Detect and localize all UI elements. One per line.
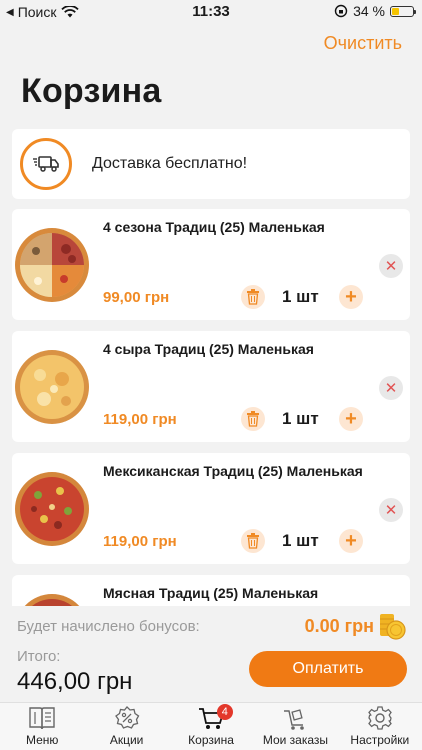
page-title: Корзина — [21, 72, 162, 110]
orders-cart-icon — [284, 709, 305, 730]
tab-label: Мои заказы — [262, 733, 329, 747]
item-price: 119,00 грн — [103, 533, 177, 550]
tab-label: Акции — [109, 733, 144, 747]
plus-icon: + — [345, 530, 357, 552]
clear-cart-button[interactable]: Очистить — [324, 33, 402, 54]
item-quantity: 1 шт — [282, 409, 319, 428]
pizza-four-cheese-image — [15, 350, 89, 424]
order-summary: Будет начислено бонусов: 0.00 грн Итого:… — [0, 606, 422, 702]
delivery-banner: Доставка бесплатно! — [12, 129, 410, 199]
battery-icon — [390, 5, 416, 17]
tab-label: Корзина — [188, 733, 234, 747]
delivery-truck-icon — [20, 138, 72, 190]
close-icon: ✕ — [384, 502, 398, 519]
item-name: Мексиканская Традиц (25) Маленькая — [103, 463, 363, 479]
tab-my-orders[interactable]: Мои заказы — [253, 703, 337, 750]
remove-item-button[interactable]: ✕ — [379, 254, 403, 278]
close-icon: ✕ — [384, 380, 398, 397]
tab-label: Меню — [25, 733, 59, 747]
trash-icon — [247, 289, 259, 305]
tab-promotions[interactable]: Акции — [84, 703, 168, 750]
remove-item-button[interactable]: ✕ — [379, 498, 403, 522]
cart-item: Мексиканская Традиц (25) Маленькая 119,0… — [12, 453, 410, 564]
item-quantity: 1 шт — [282, 531, 319, 550]
increase-quantity-button[interactable]: + — [339, 529, 363, 553]
pay-button[interactable]: Оплатить — [249, 651, 407, 687]
increase-quantity-button[interactable]: + — [339, 285, 363, 309]
remove-item-button[interactable]: ✕ — [379, 376, 403, 400]
total-value: 446,00 грн — [17, 668, 133, 695]
pizza-meat-image — [24, 594, 80, 606]
total-label: Итого: — [17, 648, 61, 665]
cart-count-badge: 4 — [216, 704, 233, 720]
cart-item: 4 сыра Традиц (25) Маленькая 119,00 грн … — [12, 331, 410, 442]
tab-bar: Меню Акции 4 Корзина Мои заказы Настройк… — [0, 702, 422, 750]
tab-settings[interactable]: Настройки — [338, 703, 422, 750]
status-right: 34 % — [334, 3, 416, 19]
tab-menu[interactable]: Меню — [0, 703, 84, 750]
plus-icon: + — [345, 408, 357, 430]
discount-icon — [114, 706, 139, 729]
status-bar: ◀ Поиск 11:33 34 % — [0, 0, 422, 22]
tab-label: Настройки — [350, 733, 410, 747]
increase-quantity-button[interactable]: + — [339, 407, 363, 431]
item-name: Мясная Традиц (25) Маленькая — [103, 585, 319, 601]
plus-icon: + — [345, 286, 357, 308]
delivery-text: Доставка бесплатно! — [92, 155, 248, 172]
bonus-value: 0.00 грн — [304, 616, 374, 636]
item-price: 99,00 грн — [103, 289, 170, 306]
decrease-quantity-button[interactable] — [241, 285, 265, 309]
battery-level — [392, 7, 399, 15]
cart-list[interactable]: Доставка бесплатно! 4 сезона Традиц (25)… — [0, 128, 422, 606]
pizza-mexican-image — [15, 472, 89, 546]
close-icon: ✕ — [384, 258, 398, 275]
pizza-four-seasons-image — [15, 228, 89, 302]
trash-icon — [247, 411, 259, 427]
tab-cart[interactable]: 4 Корзина — [169, 703, 253, 750]
item-quantity: 1 шт — [282, 287, 319, 306]
decrease-quantity-button[interactable] — [241, 529, 265, 553]
cart-item: Мясная Традиц (25) Маленькая — [12, 575, 410, 606]
menu-book-icon — [29, 707, 55, 730]
item-price: 119,00 грн — [103, 411, 177, 428]
decrease-quantity-button[interactable] — [241, 407, 265, 431]
bonus-label: Будет начислено бонусов: — [17, 618, 200, 635]
item-name: 4 сыра Традиц (25) Маленькая — [103, 341, 314, 357]
cart-item: 4 сезона Традиц (25) Маленькая 99,00 грн… — [12, 209, 410, 320]
trash-icon — [247, 533, 259, 549]
gear-icon — [367, 706, 392, 730]
coins-icon — [380, 614, 406, 640]
orientation-lock-icon — [334, 4, 348, 18]
item-name: 4 сезона Традиц (25) Маленькая — [103, 219, 325, 235]
battery-percent: 34 % — [353, 3, 385, 19]
